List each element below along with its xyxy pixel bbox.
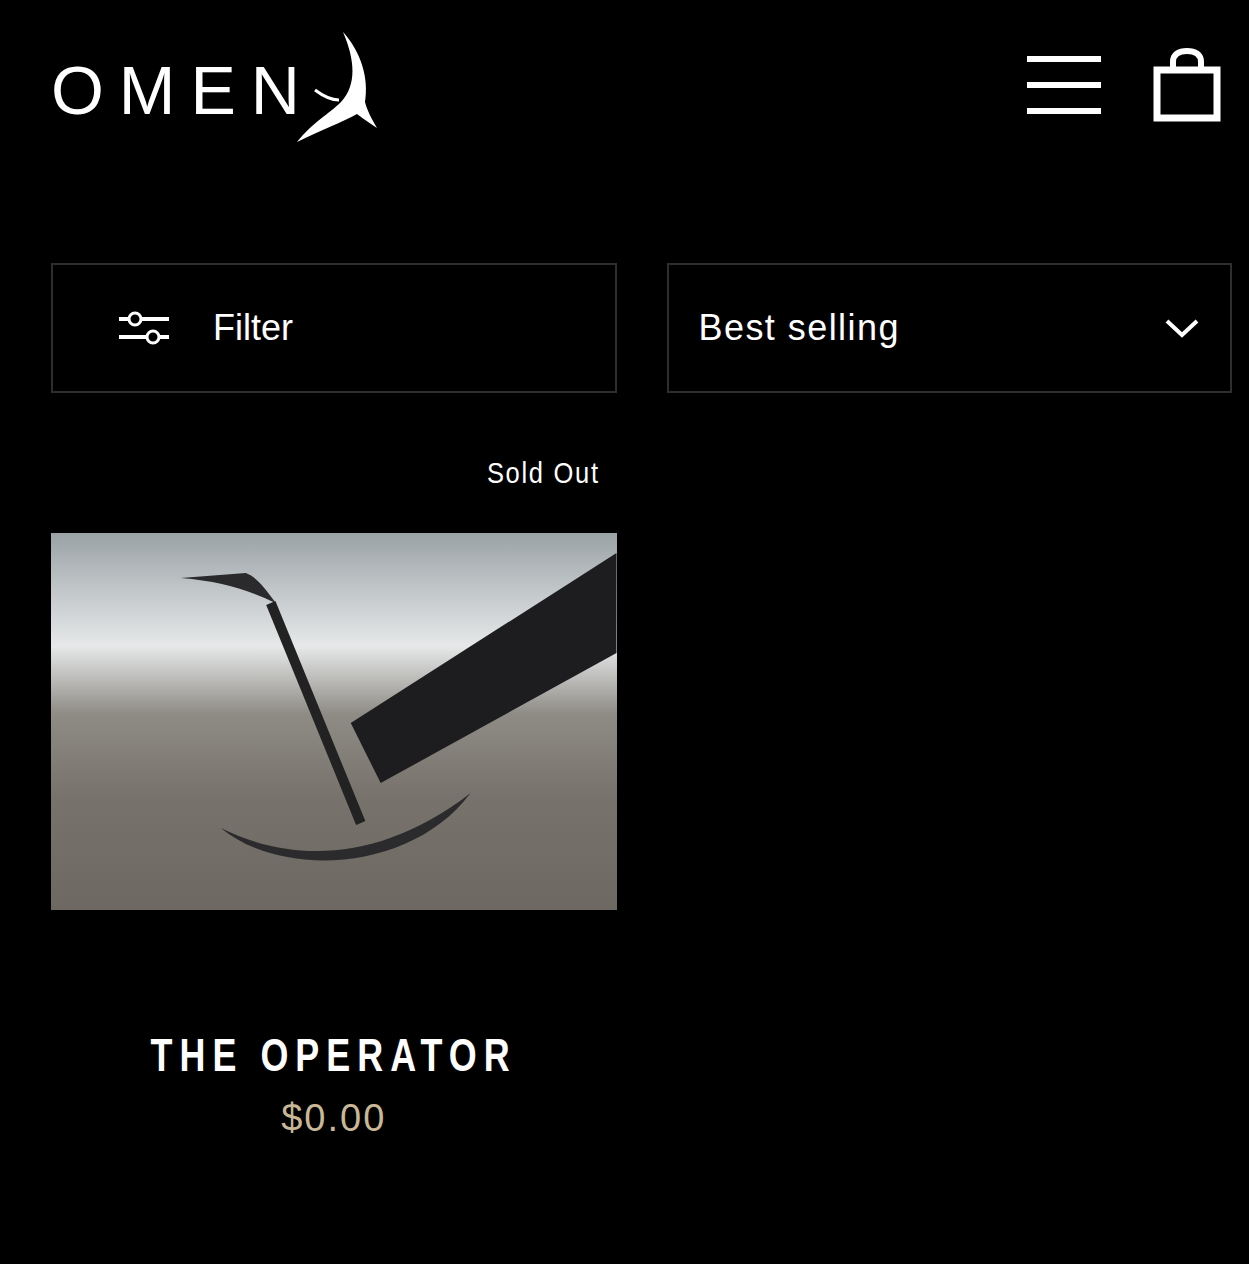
product-card[interactable]: Sold Out THE OPERATOR $0.00	[51, 393, 617, 1142]
chevron-down-icon	[1164, 317, 1200, 339]
sliders-icon	[119, 311, 169, 345]
filter-label: Filter	[213, 301, 293, 355]
product-price: $0.00	[51, 1096, 617, 1142]
product-photo[interactable]	[51, 533, 617, 910]
product-grid: Sold Out THE OPERATOR $0.00	[0, 393, 1249, 1142]
sort-dropdown[interactable]: Best selling	[667, 263, 1233, 393]
controls-bar: Filter Best selling	[0, 263, 1249, 393]
logo-text: OMEN	[51, 56, 315, 124]
sort-label: Best selling	[699, 301, 900, 355]
site-header: OMEN	[0, 0, 1249, 263]
logo-link[interactable]: OMEN	[51, 30, 377, 142]
product-title: THE OPERATOR	[151, 1028, 517, 1083]
filter-button[interactable]: Filter	[51, 263, 617, 393]
badge-row: Sold Out	[51, 393, 617, 533]
swallow-icon	[295, 30, 377, 142]
sold-out-badge: Sold Out	[487, 455, 600, 491]
menu-icon[interactable]	[1027, 54, 1101, 116]
product-title-row: THE OPERATOR	[51, 910, 617, 1083]
cart-icon[interactable]	[1153, 48, 1221, 122]
